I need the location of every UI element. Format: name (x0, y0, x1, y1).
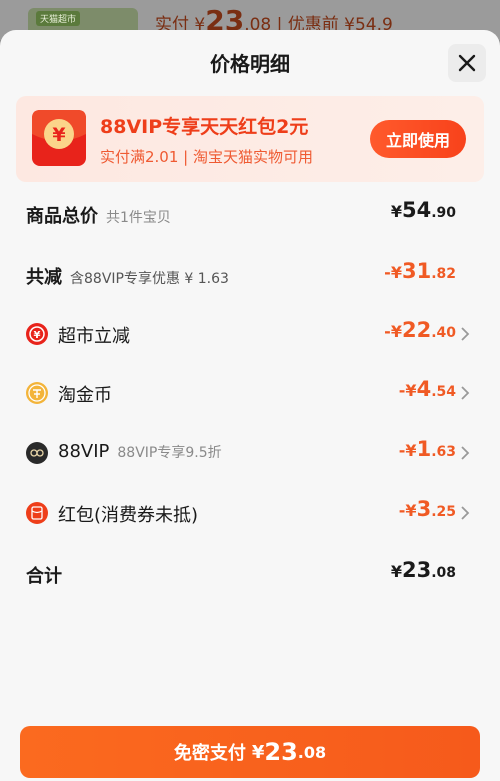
gold-coin-icon (26, 382, 48, 404)
red-packet-small-icon (26, 502, 48, 524)
sum-label: 合计 (26, 566, 62, 587)
red-packet-discount-value: -¥3.25 (398, 497, 456, 521)
promo-subtitle: 实付满2.01 | 淘宝天猫实物可用 (100, 148, 313, 166)
total-price-value: ¥54.90 (390, 198, 456, 222)
vip-label: 88VIP 88VIP专享9.5折 (58, 441, 222, 462)
svg-text:¥: ¥ (34, 330, 41, 341)
vip-discount-hint: 含88VIP专享优惠 ¥ 1.63 (70, 271, 229, 287)
close-button[interactable] (448, 44, 486, 82)
item-count-hint: 共1件宝贝 (106, 210, 171, 226)
close-icon (458, 54, 476, 72)
total-price-label: 商品总价 共1件宝贝 (26, 206, 171, 227)
chevron-right-icon (461, 506, 470, 520)
total-discount-label: 共减 含88VIP专享优惠 ¥ 1.63 (26, 267, 229, 288)
row-coins-discount[interactable]: 淘金币 -¥4.54 (0, 373, 500, 413)
vip-88-icon (26, 442, 48, 464)
supermarket-coupon-icon: ¥ (26, 323, 48, 345)
vip-red-packet-banner: ¥ 88VIP专享天天红包2元 实付满2.01 | 淘宝天猫实物可用 立即使用 (16, 96, 484, 182)
coins-label: 淘金币 (58, 385, 112, 406)
promo-title: 88VIP专享天天红包2元 (100, 116, 309, 138)
total-discount-value: -¥31.82 (384, 259, 456, 283)
supermarket-discount-label: 超市立减 (58, 326, 130, 347)
vip-discount-value: -¥1.63 (398, 437, 456, 461)
svg-text:¥: ¥ (52, 124, 65, 146)
sheet-title: 价格明细 (210, 52, 290, 76)
row-red-packet-discount[interactable]: 红包(消费券未抵) -¥3.25 (0, 493, 500, 533)
row-total-discount: 共减 含88VIP专享优惠 ¥ 1.63 -¥31.82 (0, 255, 500, 295)
red-packet-label: 红包(消费券未抵) (58, 505, 199, 526)
sum-value: ¥23.08 (390, 558, 456, 582)
use-now-button[interactable]: 立即使用 (370, 120, 466, 158)
red-packet-icon: ¥ (32, 110, 86, 166)
row-sum: 合计 ¥23.08 (0, 554, 500, 594)
chevron-right-icon (461, 327, 470, 341)
thumbnail-badge: 天猫超市 (36, 11, 81, 26)
price-detail-sheet: 价格明细 ¥ 88VIP专享天天红包2元 实付满2.01 | 淘宝天猫实物可用 … (0, 30, 500, 781)
row-total-price: 商品总价 共1件宝贝 ¥54.90 (0, 194, 500, 234)
coins-discount-value: -¥4.54 (398, 377, 456, 401)
chevron-right-icon (461, 446, 470, 460)
supermarket-discount-value: -¥22.40 (384, 318, 456, 342)
vip-rate-hint: 88VIP专享9.5折 (117, 445, 222, 461)
password-free-pay-button[interactable]: 免密支付 ¥23.08 (20, 726, 480, 778)
row-supermarket-discount[interactable]: ¥ 超市立减 -¥22.40 (0, 314, 500, 354)
chevron-right-icon (461, 386, 470, 400)
row-vip-discount[interactable]: 88VIP 88VIP专享9.5折 -¥1.63 (0, 433, 500, 473)
